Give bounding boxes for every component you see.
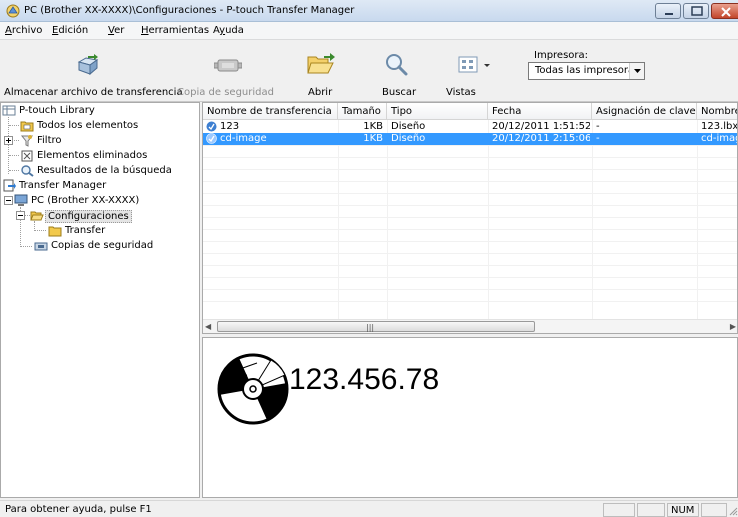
menu-herramientas[interactable]: Herramientas — [141, 25, 209, 36]
tree-expander-configs[interactable] — [16, 211, 25, 220]
search-button[interactable]: Buscar — [378, 40, 428, 100]
status-bar: Para obtener ayuda, pulse F1 NUM — [0, 500, 738, 517]
menu-ayuda[interactable]: Ayuda — [213, 25, 244, 36]
minimize-button[interactable] — [655, 3, 681, 19]
cd-disc-icon — [217, 353, 289, 425]
chevron-down-icon[interactable] — [629, 63, 644, 79]
grip-icon: ||| — [366, 323, 375, 332]
views-icon — [458, 56, 490, 73]
open-label: Abrir — [308, 87, 333, 98]
preview-text: 123.456.78 — [289, 363, 440, 396]
tree-expander-pc[interactable] — [4, 196, 13, 205]
cell-date: 20/12/2011 2:15:06 — [492, 133, 590, 144]
cell-size: 1KB — [363, 121, 383, 132]
close-icon — [721, 7, 731, 17]
save-transfer-file-button[interactable]: Almacenar archivo de transferencia — [4, 40, 183, 100]
cell-filename: 123.lbx — [701, 121, 738, 132]
search-results-icon — [21, 165, 34, 177]
status-panel-blank — [637, 503, 665, 517]
transfer-manager-icon — [3, 179, 16, 192]
status-panel-num: NUM — [667, 503, 699, 517]
resize-grip-icon[interactable] — [728, 506, 738, 516]
views-button[interactable]: Vistas — [446, 40, 506, 100]
cell-key: - — [596, 133, 600, 144]
cell-name: 123 — [220, 121, 240, 132]
folder-all-icon — [20, 121, 34, 132]
open-folder-icon — [30, 211, 44, 221]
folder-icon — [48, 226, 62, 237]
preview-pane: 123.456.78 — [202, 337, 738, 498]
cell-date: 20/12/2011 1:51:52 — [492, 121, 590, 132]
open-folder-icon — [307, 53, 335, 74]
backup-folder-icon — [34, 242, 48, 251]
cell-name: cd-image — [220, 133, 267, 144]
views-label: Vistas — [446, 87, 476, 98]
trash-icon — [21, 150, 33, 162]
close-button[interactable] — [711, 3, 738, 19]
horizontal-scrollbar[interactable]: ◀ ||| ▶ — [203, 319, 737, 333]
printer-label: Impresora: — [534, 50, 589, 61]
scrollbar-thumb[interactable]: ||| — [217, 321, 535, 332]
table-row[interactable]: 123 1KB Diseño 20/12/2011 1:51:52 - 123.… — [203, 121, 738, 133]
maximize-button[interactable] — [683, 3, 709, 19]
status-panel-scroll — [701, 503, 727, 517]
save-transfer-label: Almacenar archivo de transferencia — [4, 87, 183, 98]
printer-select[interactable]: Todas las impresoras — [528, 62, 645, 80]
column-header-filename[interactable]: Nombre — [697, 103, 737, 120]
column-header-name[interactable]: Nombre de transferencia — [203, 103, 338, 120]
folder-tree: P-touch Library Todos los elementos Filt… — [0, 102, 200, 498]
scroll-left-icon[interactable]: ◀ — [205, 322, 211, 331]
cell-type: Diseño — [391, 133, 426, 144]
filter-icon — [20, 135, 34, 147]
window-title: PC (Brother XX-XXXX)\Configuraciones - P… — [24, 5, 355, 16]
table-row[interactable]: cd-image 1KB Diseño 20/12/2011 2:15:06 -… — [203, 133, 738, 145]
cell-size: 1KB — [363, 133, 383, 144]
tree-expander-filter[interactable] — [4, 136, 13, 145]
search-label: Buscar — [382, 87, 417, 98]
minimize-icon — [665, 13, 673, 15]
menu-edicion[interactable]: Edición — [52, 25, 88, 36]
backup-button[interactable]: Copia de seguridad — [174, 40, 274, 100]
title-bar[interactable]: PC (Brother XX-XXXX)\Configuraciones - P… — [0, 0, 738, 22]
backup-icon — [214, 59, 242, 72]
toolbar: Almacenar archivo de transferencia Copia… — [0, 40, 738, 102]
save-transfer-icon — [77, 54, 99, 76]
status-panel-caps — [603, 503, 635, 517]
menu-bar: Archivo Edición Ver Herramientas Ayuda — [0, 22, 738, 40]
menu-ver[interactable]: Ver — [108, 25, 124, 36]
column-header-date[interactable]: Fecha — [488, 103, 592, 120]
search-icon — [386, 54, 408, 76]
maximize-icon — [691, 6, 703, 16]
column-header-size[interactable]: Tamaño — [338, 103, 387, 120]
cell-key: - — [596, 121, 600, 132]
backup-label: Copia de seguridad — [177, 87, 274, 98]
transfer-manager-app-icon — [6, 4, 20, 18]
column-header-key[interactable]: Asignación de clave — [592, 103, 697, 120]
scroll-right-icon[interactable]: ▶ — [730, 322, 736, 331]
printer-select-value: Todas las impresoras — [535, 65, 640, 76]
transfer-list: Nombre de transferencia Tamaño Tipo Fech… — [202, 102, 738, 334]
column-header-type[interactable]: Tipo — [387, 103, 488, 120]
open-button[interactable]: Abrir — [294, 40, 344, 100]
views-dropdown-icon — [484, 64, 490, 67]
status-help-text: Para obtener ayuda, pulse F1 — [5, 504, 152, 515]
layout-file-icon — [206, 133, 217, 144]
app-window: PC (Brother XX-XXXX)\Configuraciones - P… — [0, 0, 738, 517]
library-icon — [2, 105, 16, 116]
menu-archivo[interactable]: Archivo — [5, 25, 42, 36]
cell-filename: cd-imag — [701, 133, 738, 144]
layout-file-icon — [206, 121, 217, 132]
cell-type: Diseño — [391, 121, 426, 132]
computer-icon — [14, 194, 28, 206]
